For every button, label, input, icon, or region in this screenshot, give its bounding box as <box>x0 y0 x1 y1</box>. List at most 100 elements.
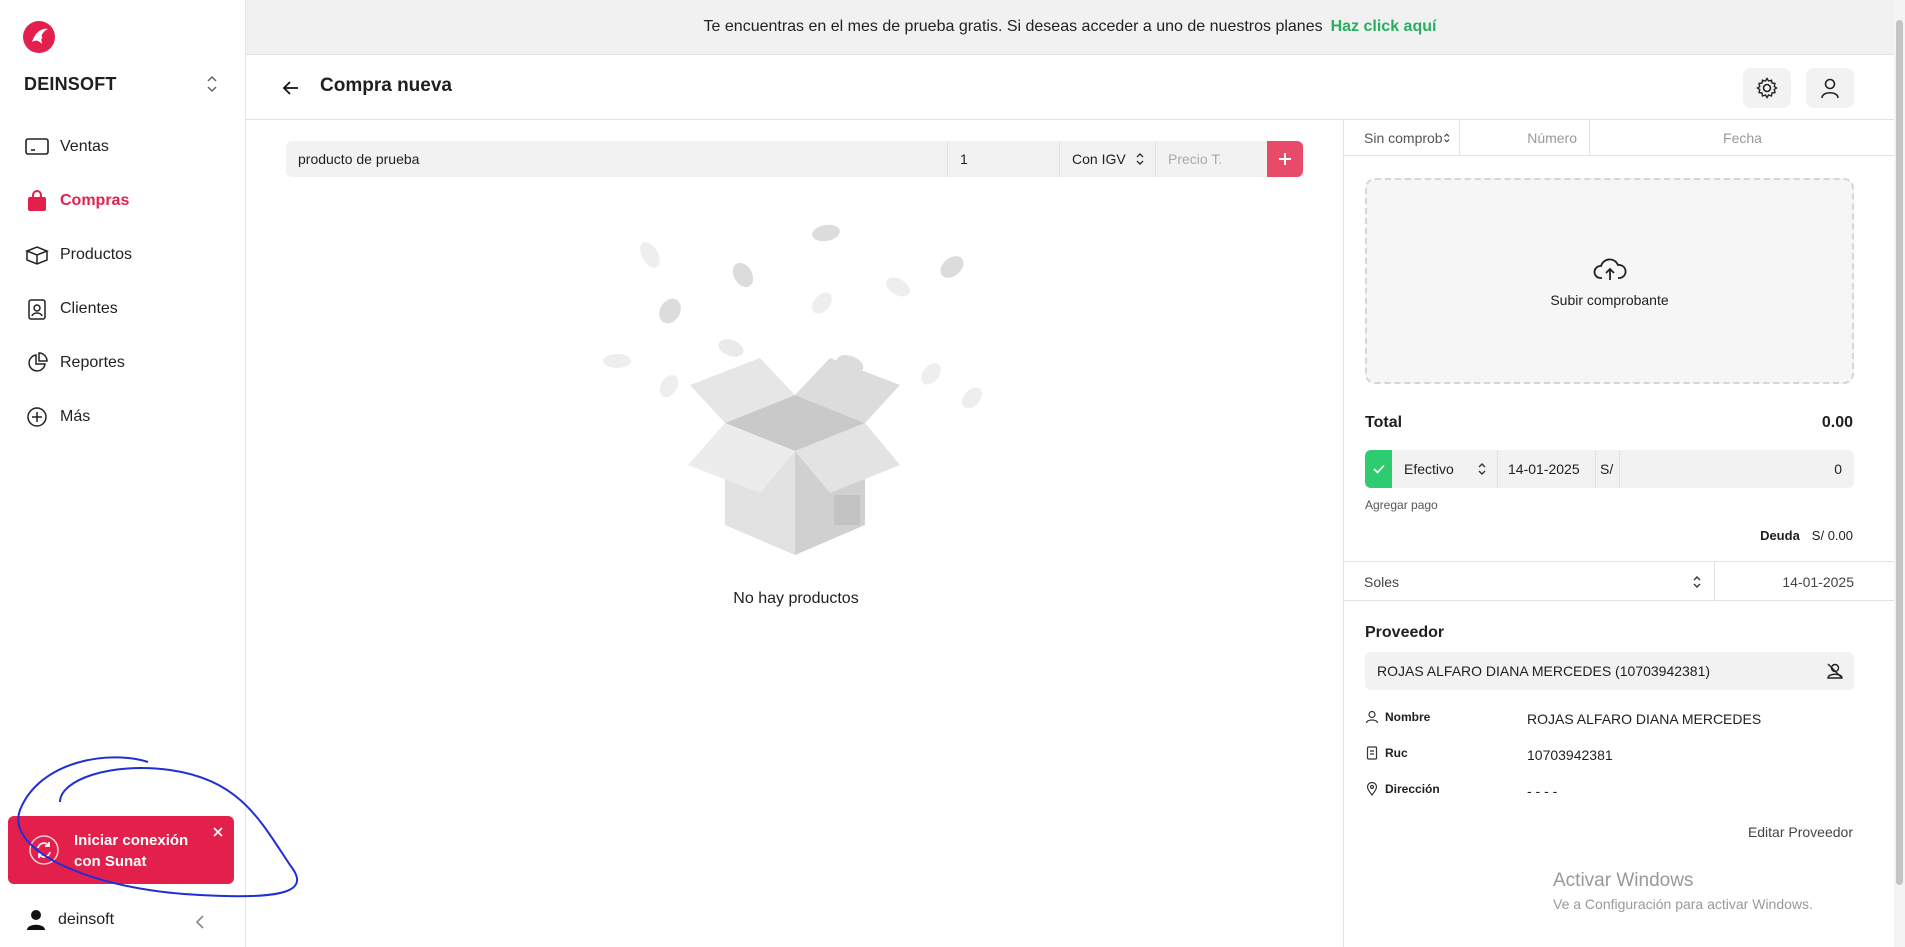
document-type-select[interactable]: Sin comprobante <box>1344 120 1460 156</box>
profile-button[interactable] <box>1806 68 1854 108</box>
document-type-value: Sin comprobante <box>1364 130 1443 146</box>
provider-address-label: Dirección <box>1365 782 1440 796</box>
provider-select[interactable]: ROJAS ALFARO DIANA MERCEDES (10703942381… <box>1365 652 1854 690</box>
sidebar-item-productos[interactable]: Productos <box>0 228 246 282</box>
provider-ruc-label: Ruc <box>1365 746 1408 760</box>
document-date-placeholder: Fecha <box>1723 130 1762 146</box>
payment-amount-value: 0 <box>1834 461 1842 477</box>
edit-provider-link[interactable]: Editar Proveedor <box>1748 824 1853 840</box>
box-icon <box>24 242 50 268</box>
tax-select[interactable]: Con IGV <box>1060 141 1156 177</box>
settings-button[interactable] <box>1743 68 1791 108</box>
sidebar: DEINSOFT Ventas Compras Productos Client… <box>0 0 246 947</box>
provider-title: Proveedor <box>1365 624 1445 641</box>
provider-name-value: ROJAS ALFARO DIANA MERCEDES <box>1527 711 1762 727</box>
empty-state-text: No hay productos <box>733 590 859 607</box>
exchange-date-input[interactable]: 14-01-2025 <box>1715 562 1895 602</box>
cloud-upload-icon <box>1593 258 1627 280</box>
document-date-input[interactable]: Fecha <box>1590 120 1895 156</box>
trial-banner: Te encuentras en el mes de prueba gratis… <box>246 0 1894 55</box>
chevron-up-down-icon <box>1444 133 1450 143</box>
sidebar-item-label: Ventas <box>60 138 109 155</box>
currency-row: Soles 14-01-2025 <box>1344 561 1895 602</box>
product-search-input[interactable]: producto de prueba <box>286 141 948 177</box>
debt-label: Deuda <box>1760 528 1800 543</box>
user-icon <box>1365 710 1379 724</box>
sync-icon <box>29 835 59 865</box>
brand-name: DEINSOFT <box>24 74 117 94</box>
close-icon[interactable] <box>210 824 226 840</box>
document-number-placeholder: Número <box>1527 130 1577 146</box>
banner-link[interactable]: Haz click aquí <box>1331 18 1437 36</box>
chevron-up-down-icon <box>1478 463 1486 475</box>
page-header: Compra nueva <box>246 55 1894 120</box>
watermark-line1: Activar Windows <box>1553 870 1694 891</box>
purchase-summary-panel: Sin comprobante Número Fecha Subir compr… <box>1343 120 1895 947</box>
product-search-value: producto de prueba <box>298 151 420 167</box>
arrow-left-icon[interactable] <box>282 79 300 97</box>
document-icon <box>1366 746 1378 760</box>
chevron-up-down-icon <box>1136 153 1144 165</box>
upload-receipt-dropzone[interactable]: Subir comprobante <box>1365 178 1854 384</box>
currency-value: Soles <box>1364 574 1400 590</box>
add-product-bar: producto de prueba 1 Con IGV Precio T. <box>286 141 1303 177</box>
payment-confirm-toggle[interactable] <box>1365 450 1392 488</box>
pie-chart-icon <box>24 350 50 376</box>
banner-message: Te encuentras en el mes de prueba gratis… <box>703 18 1323 35</box>
provider-address-value: - - - - <box>1527 783 1558 799</box>
payment-amount-input[interactable]: 0 <box>1620 450 1854 488</box>
monitor-icon <box>24 134 50 160</box>
chevron-left-icon[interactable] <box>192 912 208 932</box>
payment-date-input[interactable]: 14-01-2025 <box>1498 450 1596 488</box>
user-menu[interactable]: deinsoft <box>24 908 114 932</box>
exchange-date-value: 14-01-2025 <box>1782 574 1854 590</box>
chevron-up-down-icon[interactable] <box>204 72 220 96</box>
location-pin-icon <box>1366 782 1378 796</box>
document-number-input[interactable]: Número <box>1460 120 1590 156</box>
payment-method-select[interactable]: Efectivo <box>1392 450 1498 488</box>
sidebar-item-label: Más <box>60 408 91 425</box>
sunat-connection-toast[interactable]: Iniciar conexión con Sunat <box>8 816 234 884</box>
empty-box-illustration <box>603 224 982 555</box>
shopping-bag-icon <box>24 188 50 214</box>
deinsoft-logo[interactable] <box>22 20 56 54</box>
scrollbar[interactable] <box>1894 0 1905 947</box>
add-product-button[interactable] <box>1267 141 1303 177</box>
chevron-up-down-icon <box>1693 576 1701 588</box>
sidebar-nav: Ventas Compras Productos Clientes Report… <box>0 120 246 444</box>
price-input[interactable]: Precio T. <box>1156 141 1267 177</box>
sidebar-item-label: Compras <box>60 192 130 209</box>
plus-icon <box>1279 153 1291 165</box>
tax-select-value: Con IGV <box>1072 151 1126 167</box>
page-title: Compra nueva <box>320 75 452 96</box>
sidebar-item-compras[interactable]: Compras <box>0 174 246 228</box>
total-value: 0.00 <box>1821 414 1853 431</box>
toast-text: Iniciar conexión con Sunat <box>74 832 189 870</box>
price-placeholder: Precio T. <box>1168 151 1223 167</box>
quantity-value: 1 <box>960 151 968 167</box>
provider-field-label: Dirección <box>1385 782 1440 796</box>
payment-date-value: 14-01-2025 <box>1508 461 1580 477</box>
quantity-input[interactable]: 1 <box>948 141 1060 177</box>
total-label: Total <box>1365 414 1403 431</box>
currency-symbol-text: S/ <box>1600 461 1614 477</box>
watermark-line2: Ve a Configuración para activar Windows. <box>1553 896 1813 912</box>
sidebar-item-label: Productos <box>60 246 133 263</box>
windows-activation-watermark: Activar Windows Ve a Configuración para … <box>1553 870 1813 912</box>
currency-symbol: S/ <box>1596 450 1620 488</box>
sidebar-item-clientes[interactable]: Clientes <box>0 282 246 336</box>
scrollbar-thumb[interactable] <box>1896 20 1903 885</box>
debt-summary: Deuda S/ 0.00 <box>1760 528 1853 543</box>
sidebar-item-label: Clientes <box>60 300 118 317</box>
remove-user-icon[interactable] <box>1826 662 1844 680</box>
provider-name-label: Nombre <box>1365 710 1430 724</box>
currency-select[interactable]: Soles <box>1344 562 1715 602</box>
sidebar-item-reportes[interactable]: Reportes <box>0 336 246 390</box>
debt-value: S/ 0.00 <box>1811 528 1853 543</box>
sidebar-item-ventas[interactable]: Ventas <box>0 120 246 174</box>
provider-selected-value: ROJAS ALFARO DIANA MERCEDES (10703942381… <box>1377 663 1711 679</box>
sidebar-item-mas[interactable]: Más <box>0 390 246 444</box>
provider-field-label: Ruc <box>1385 746 1408 760</box>
check-icon <box>1372 464 1385 474</box>
add-payment-link[interactable]: Agregar pago <box>1365 498 1438 512</box>
